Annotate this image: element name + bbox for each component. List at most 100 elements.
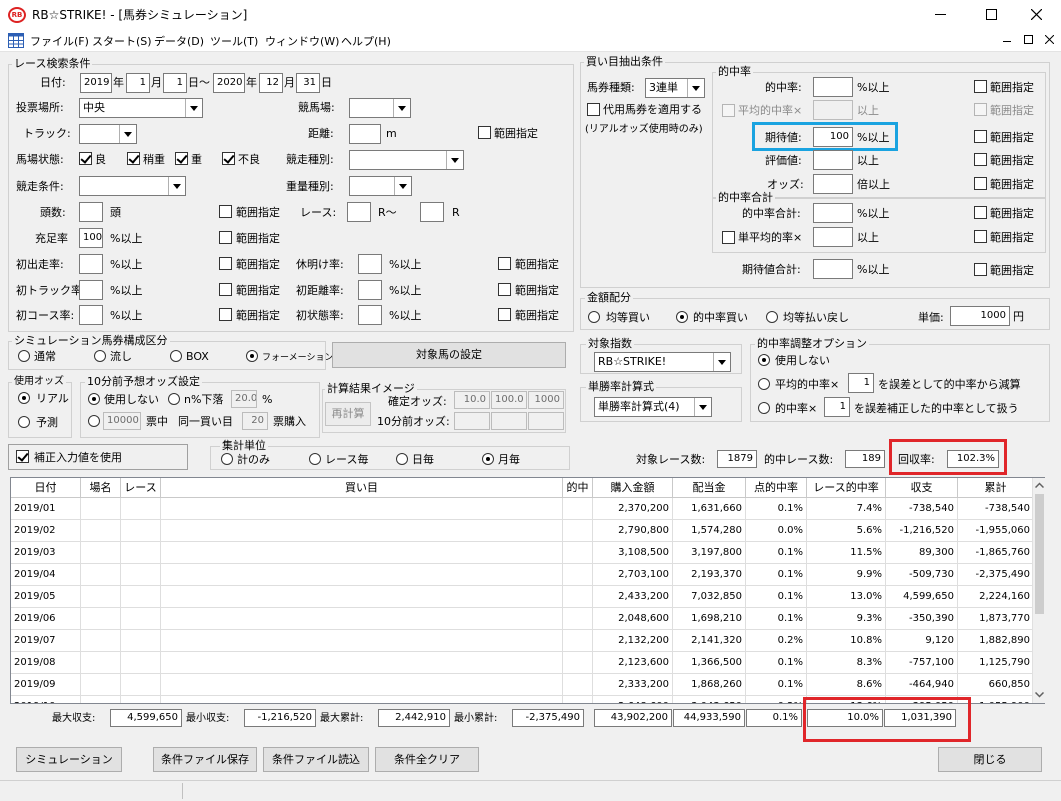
column-header-hit[interactable]: 的中 xyxy=(563,478,593,498)
maximize-icon[interactable] xyxy=(986,9,997,20)
table-row[interactable]: 2019/05 2,433,200 7,032,850 0.1% 13.0% 4,599,… xyxy=(11,586,1034,608)
rating-input[interactable] xyxy=(813,150,853,170)
first-distance-range-checkbox[interactable] xyxy=(498,283,511,296)
course-select[interactable] xyxy=(349,98,411,118)
sim-normal-radio[interactable] xyxy=(18,350,30,362)
table-row[interactable]: 2019/06 2,048,600 1,698,210 0.1% 9.3% -350,39… xyxy=(11,608,1034,630)
save-conditions-button[interactable]: 条件ファイル保存 xyxy=(153,747,257,772)
mdi-close-icon[interactable] xyxy=(1045,35,1054,44)
table-row[interactable]: 2019/02 2,790,800 1,574,280 0.0% 5.6% -1,216,… xyxy=(11,520,1034,542)
minimize-icon[interactable] xyxy=(935,14,946,15)
first-run-range-checkbox[interactable] xyxy=(219,257,232,270)
sim-formation-radio[interactable] xyxy=(246,350,258,362)
single-avg-checkbox[interactable] xyxy=(722,231,735,244)
expected-total-input[interactable] xyxy=(813,259,853,279)
money-equal-radio[interactable] xyxy=(588,311,600,323)
hitsum-input[interactable] xyxy=(813,203,853,223)
menu-start[interactable]: スタート(S) xyxy=(92,33,152,49)
first-distance-rate-input[interactable] xyxy=(358,280,382,300)
table-row[interactable]: 2019/03 3,108,500 3,197,800 0.1% 11.5% 89,300… xyxy=(11,542,1034,564)
cond-good-checkbox[interactable] xyxy=(79,152,92,165)
distance-range-checkbox[interactable] xyxy=(478,126,491,139)
first-run-rate-input[interactable] xyxy=(79,254,103,274)
agg-total-radio[interactable] xyxy=(221,453,233,465)
load-conditions-button[interactable]: 条件ファイル読込 xyxy=(263,747,369,772)
close-icon[interactable] xyxy=(1031,9,1042,20)
distance-input[interactable] xyxy=(349,124,381,144)
avg-hit-range-checkbox[interactable] xyxy=(974,103,987,116)
odds-range-checkbox[interactable] xyxy=(974,177,987,190)
table-scrollbar[interactable] xyxy=(1032,478,1045,703)
race-type-select[interactable] xyxy=(349,150,464,170)
mdi-restore-icon[interactable] xyxy=(1024,35,1033,44)
table-row[interactable]: 2019/07 2,132,200 2,141,320 0.2% 10.8% 9,120 1… xyxy=(11,630,1034,652)
adjust-unused-radio[interactable] xyxy=(758,354,770,366)
table-row[interactable]: 2019/04 2,703,100 2,193,370 0.1% 9.9% -509,73… xyxy=(11,564,1034,586)
to-day-input[interactable]: 31 xyxy=(296,73,320,93)
agg-day-radio[interactable] xyxy=(396,453,408,465)
adjust-avg-input[interactable]: 1 xyxy=(848,373,874,393)
hitsum-range-checkbox[interactable] xyxy=(974,206,987,219)
pre10-same-input[interactable]: 20 xyxy=(242,412,268,430)
odds-predict-radio[interactable] xyxy=(18,416,30,428)
menu-window[interactable]: ウィンドウ(W) xyxy=(265,33,339,49)
simulate-button[interactable]: シミュレーション xyxy=(16,747,122,772)
money-payout-radio[interactable] xyxy=(766,311,778,323)
hit-rate-range-checkbox[interactable] xyxy=(974,80,987,93)
menu-tools[interactable]: ツール(T) xyxy=(210,33,258,49)
first-state-rate-input[interactable] xyxy=(358,305,382,325)
head-count-input[interactable] xyxy=(79,202,103,222)
agg-race-radio[interactable] xyxy=(309,453,321,465)
column-header-date[interactable]: 日付 xyxy=(11,478,81,498)
table-row[interactable]: 2019/01 2,370,200 1,631,660 0.1% 7.4% -738,54… xyxy=(11,498,1034,520)
adjust-avg-radio[interactable] xyxy=(758,378,770,390)
rating-range-checkbox[interactable] xyxy=(974,153,987,166)
race-to-input[interactable] xyxy=(420,202,444,222)
single-avg-input[interactable] xyxy=(813,227,853,247)
column-header-payout[interactable]: 配当金 xyxy=(673,478,746,498)
adjust-hit-input[interactable]: 1 xyxy=(824,397,850,417)
column-header-income[interactable]: 収支 xyxy=(886,478,958,498)
column-header-buy-amount[interactable]: 購入金額 xyxy=(593,478,673,498)
cond-heavy-checkbox[interactable] xyxy=(175,152,188,165)
pre10-vote-radio[interactable] xyxy=(88,415,100,427)
money-hit-radio[interactable] xyxy=(676,311,688,323)
first-course-range-checkbox[interactable] xyxy=(219,308,232,321)
clear-conditions-button[interactable]: 条件全クリア xyxy=(375,747,479,772)
column-header-cumulative[interactable]: 累計 xyxy=(958,478,1034,498)
results-table[interactable]: 日付 場名 レース 買い目 的中 購入金額 配当金 点的中率 レース的中率 収支 累計 2019/01… xyxy=(10,477,1045,704)
correction-checkbox[interactable] xyxy=(16,450,29,463)
to-year-input[interactable]: 2020 xyxy=(213,73,245,93)
scroll-thumb[interactable] xyxy=(1035,494,1044,614)
hit-rate-input[interactable] xyxy=(813,77,853,97)
sim-flow-radio[interactable] xyxy=(94,350,106,362)
odds-real-radio[interactable] xyxy=(18,392,30,404)
mdi-minimize-icon[interactable] xyxy=(1003,41,1011,42)
track-select[interactable] xyxy=(79,124,137,144)
column-header-race-hit-rate[interactable]: レース的中率 xyxy=(807,478,886,498)
menu-file[interactable]: ファイル(F) xyxy=(30,33,89,49)
substitute-checkbox[interactable] xyxy=(587,103,600,116)
fill-range-checkbox[interactable] xyxy=(219,231,232,244)
pre10-unused-radio[interactable] xyxy=(88,393,100,405)
table-row[interactable]: 2019/09 2,333,200 1,868,260 0.1% 8.6% -464,94… xyxy=(11,674,1034,696)
rest-rate-input[interactable] xyxy=(358,254,382,274)
to-month-input[interactable]: 12 xyxy=(259,73,283,93)
expected-total-range-checkbox[interactable] xyxy=(974,263,987,276)
first-course-rate-input[interactable] xyxy=(79,305,103,325)
weight-select[interactable] xyxy=(349,176,412,196)
column-header-point-hit-rate[interactable]: 点的中率 xyxy=(746,478,807,498)
close-button[interactable]: 閉じる xyxy=(938,747,1042,772)
head-range-checkbox[interactable] xyxy=(219,205,232,218)
bet-type-select[interactable]: 3連単 xyxy=(645,78,705,98)
from-day-input[interactable]: 1 xyxy=(163,73,187,93)
from-year-input[interactable]: 2019 xyxy=(80,73,112,93)
recalc-button[interactable]: 再計算 xyxy=(325,402,371,426)
fill-rate-input[interactable]: 100 xyxy=(79,228,103,248)
odds-input[interactable] xyxy=(813,174,853,194)
venue-select[interactable]: 中央 xyxy=(79,98,203,118)
column-header-bets[interactable]: 買い目 xyxy=(161,478,563,498)
table-row[interactable]: 2019/08 2,123,600 1,366,500 0.1% 8.3% -757,10… xyxy=(11,652,1034,674)
first-track-rate-input[interactable] xyxy=(79,280,103,300)
target-horse-button[interactable]: 対象馬の設定 xyxy=(332,342,566,368)
